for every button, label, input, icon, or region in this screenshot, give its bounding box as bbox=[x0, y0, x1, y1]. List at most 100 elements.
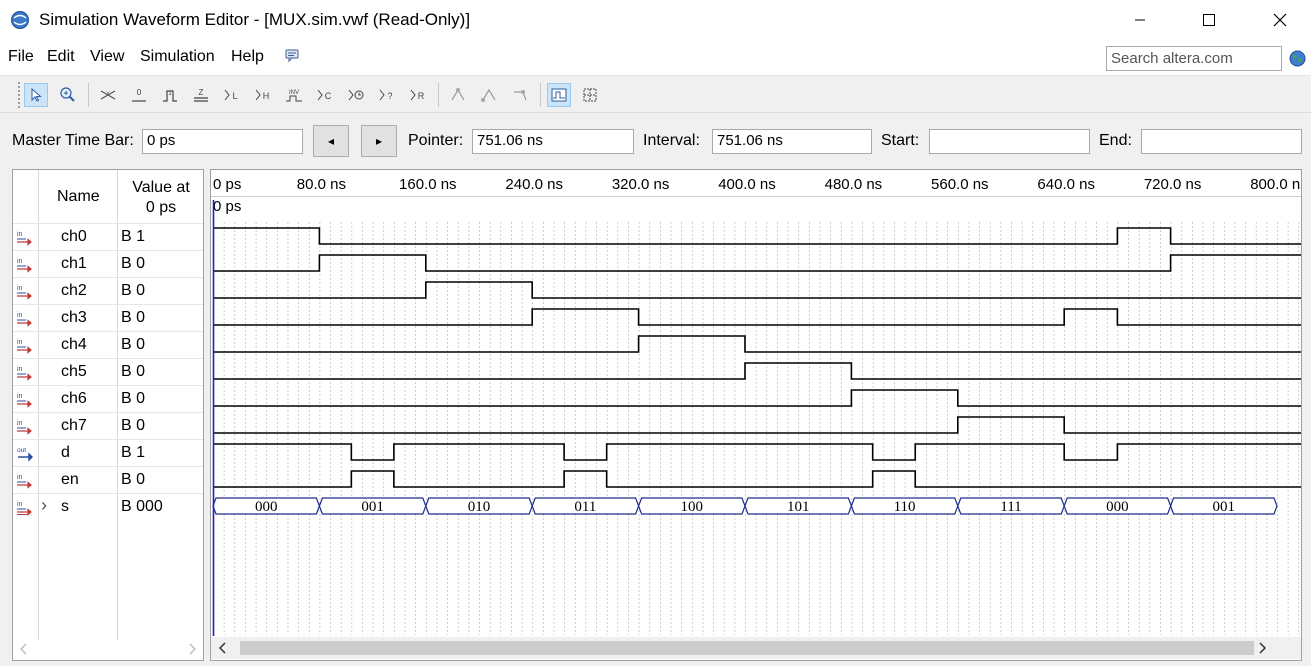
waveform-horizontal-scrollbar[interactable] bbox=[211, 637, 1301, 659]
force-weak-low-button[interactable]: L bbox=[220, 83, 244, 107]
menu-edit[interactable]: Edit bbox=[47, 48, 75, 66]
signal-value: B 0 bbox=[121, 471, 146, 488]
svg-text:out: out bbox=[17, 447, 26, 454]
ungroup-button[interactable] bbox=[508, 83, 532, 107]
signal-value: B 0 bbox=[121, 255, 146, 272]
previous-transition-button[interactable]: ◂ bbox=[313, 125, 349, 157]
value-header-line1: Value at bbox=[132, 179, 190, 196]
invert-button[interactable]: INV bbox=[282, 83, 306, 107]
scroll-left-icon[interactable] bbox=[19, 643, 29, 655]
count-value-icon: C bbox=[317, 89, 332, 101]
group-icon bbox=[481, 89, 496, 102]
scroll-right-icon[interactable] bbox=[1257, 642, 1267, 654]
interval-field[interactable]: 751.06 ns bbox=[712, 129, 872, 154]
signal-row[interactable]: in en B 0 bbox=[13, 466, 203, 493]
menu-simulation[interactable]: Simulation bbox=[140, 48, 215, 66]
toolbar-separator bbox=[540, 83, 541, 107]
end-field[interactable] bbox=[1141, 129, 1302, 154]
value-column-header[interactable]: Value at 0 ps bbox=[123, 178, 199, 218]
time-tick-label: 560.0 ns bbox=[931, 176, 989, 193]
waveform-en bbox=[213, 470, 1301, 488]
title-bar: Simulation Waveform Editor - [MUX.sim.vw… bbox=[0, 0, 1311, 40]
arbitrary-value-button[interactable]: ? bbox=[375, 83, 399, 107]
bus-value-label: 000 bbox=[255, 499, 278, 515]
waveform-pane[interactable]: 0 ps 80.0 ns 160.0 ns 240.0 ns 320.0 ns 400.0… bbox=[210, 169, 1302, 661]
input-pin-icon: in bbox=[17, 393, 32, 408]
minimize-button[interactable] bbox=[1117, 0, 1163, 40]
svg-text:1: 1 bbox=[168, 91, 172, 97]
force-weak-high-button[interactable]: H bbox=[251, 83, 275, 107]
signal-value: B 0 bbox=[121, 417, 146, 434]
time-tick-label: 800.0 ns bbox=[1250, 176, 1301, 193]
master-time-bar-field[interactable]: 0 ps bbox=[142, 129, 303, 154]
close-icon bbox=[1273, 13, 1287, 27]
pointer-field[interactable]: 751.06 ns bbox=[472, 129, 634, 154]
signal-value: B 1 bbox=[121, 444, 146, 461]
signal-row[interactable]: in ch4 B 0 bbox=[13, 331, 203, 358]
force-high-button[interactable]: 1 bbox=[158, 83, 182, 107]
start-field[interactable] bbox=[929, 129, 1090, 154]
waveform-canvas[interactable]: 0 ps 80.0 ns 160.0 ns 240.0 ns 320.0 ns 400.0… bbox=[211, 170, 1301, 660]
close-button[interactable] bbox=[1257, 0, 1303, 40]
menu-help[interactable]: Help bbox=[231, 48, 264, 66]
interval-label: Interval: bbox=[643, 132, 700, 149]
zoom-icon bbox=[60, 87, 75, 102]
input-pin-icon: in bbox=[17, 312, 32, 327]
signal-row[interactable]: in ch3 B 0 bbox=[13, 304, 203, 331]
svg-text:in: in bbox=[17, 285, 23, 292]
scroll-right-icon[interactable] bbox=[187, 643, 197, 655]
svg-text:in: in bbox=[17, 258, 23, 265]
zoom-tool-button[interactable] bbox=[56, 83, 80, 107]
signal-row[interactable]: in › s B 000 bbox=[13, 493, 203, 520]
left-arrow-icon: ◂ bbox=[327, 134, 335, 148]
signal-row[interactable]: in ch1 B 0 bbox=[13, 250, 203, 277]
signal-value: B 0 bbox=[121, 363, 146, 380]
bus-value-label: 000 bbox=[1106, 499, 1129, 515]
grid-view-button[interactable] bbox=[578, 83, 602, 107]
svg-text:INV: INV bbox=[289, 90, 299, 96]
toolbar-grip[interactable] bbox=[18, 82, 20, 108]
search-input[interactable] bbox=[1106, 46, 1282, 71]
name-column-header[interactable]: Name bbox=[57, 188, 100, 206]
signal-name: ch1 bbox=[61, 255, 87, 272]
signal-row[interactable]: in ch2 B 0 bbox=[13, 277, 203, 304]
snap-to-grid-button[interactable] bbox=[446, 83, 470, 107]
expand-chevron-icon[interactable]: › bbox=[41, 495, 47, 516]
help-chat-icon[interactable] bbox=[284, 48, 300, 64]
weak-high-icon: H bbox=[255, 89, 269, 101]
pointer-arrow-icon bbox=[31, 87, 42, 102]
force-high-impedance-button[interactable]: Z bbox=[189, 83, 213, 107]
signal-value: B 1 bbox=[121, 228, 146, 245]
pointer-tool-button[interactable] bbox=[24, 83, 48, 107]
waveform-view-button[interactable] bbox=[547, 83, 571, 107]
menu-file[interactable]: File bbox=[8, 48, 34, 66]
menu-view[interactable]: View bbox=[90, 48, 124, 66]
globe-icon[interactable] bbox=[1289, 50, 1306, 67]
scrollbar-thumb[interactable] bbox=[240, 641, 1254, 655]
input-pin-icon: in bbox=[17, 474, 32, 489]
signal-list-scrollbar[interactable] bbox=[13, 638, 203, 660]
signal-row[interactable]: in ch6 B 0 bbox=[13, 385, 203, 412]
start-label: Start: bbox=[881, 132, 920, 149]
count-value-button[interactable]: C bbox=[313, 83, 337, 107]
next-transition-button[interactable]: ▸ bbox=[361, 125, 397, 157]
maximize-button[interactable] bbox=[1186, 0, 1232, 40]
signal-row[interactable]: in ch0 B 1 bbox=[13, 223, 203, 250]
svg-text:0: 0 bbox=[137, 88, 142, 97]
svg-text:in: in bbox=[17, 393, 23, 400]
waveform-ch0 bbox=[213, 227, 1301, 245]
time-tick-label: 160.0 ns bbox=[399, 176, 457, 193]
clock-button[interactable] bbox=[344, 83, 368, 107]
signal-row[interactable]: in ch7 B 0 bbox=[13, 412, 203, 439]
force-low-button[interactable]: 0 bbox=[127, 83, 151, 107]
signal-row[interactable]: in ch5 B 0 bbox=[13, 358, 203, 385]
scroll-left-icon[interactable] bbox=[218, 642, 228, 654]
force-unknown-button[interactable]: X bbox=[96, 83, 120, 107]
minimize-icon bbox=[1135, 19, 1145, 21]
group-button[interactable] bbox=[477, 83, 501, 107]
random-value-button[interactable]: R bbox=[406, 83, 430, 107]
signal-row[interactable]: out d B 1 bbox=[13, 439, 203, 466]
signal-value: B 0 bbox=[121, 336, 146, 353]
svg-text:?: ? bbox=[387, 91, 392, 101]
weak-low-icon: L bbox=[224, 89, 238, 101]
